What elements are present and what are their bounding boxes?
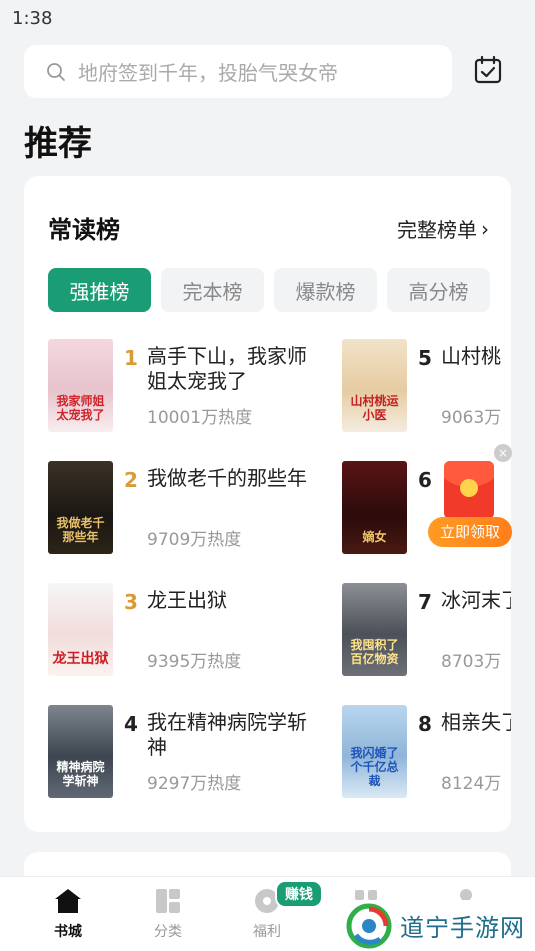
cover-title: 我囤积了百亿物资 — [350, 638, 399, 666]
search-bar[interactable]: 地府签到千年，投胎气哭女帝 — [24, 45, 452, 98]
book-cover: 嫡女 — [342, 461, 407, 554]
book-heat: 9297万热度 — [147, 774, 242, 794]
book-heat: 9709万热度 — [147, 530, 242, 550]
book-item[interactable]: 精神病院学斩神 4 我在精神病院学斩神 9297万热度 — [48, 705, 338, 800]
book-item[interactable]: 我囤积了百亿物资 7 冰河末了百亿 8703万 — [342, 583, 511, 678]
book-heat: 9063万 — [441, 408, 502, 428]
cover-title: 我家师姐太宠我了 — [56, 394, 105, 422]
status-bar: 1:38 — [0, 0, 535, 36]
book-item[interactable]: 我做老千那些年 2 我做老千的那些年 9709万热度 — [48, 461, 338, 556]
ranking-tabs: 强推榜 完本榜 爆款榜 高分榜 — [48, 268, 490, 312]
cover-title: 我闪婚了个千亿总裁 — [350, 746, 399, 788]
book-title: 龙王出狱 — [147, 588, 227, 612]
book-item[interactable]: 我家师姐太宠我了 1 高手下山，我家师姐太宠我了 10001万热度 — [48, 339, 338, 434]
nav-label: 分类 — [154, 924, 182, 940]
cover-title: 精神病院学斩神 — [56, 760, 105, 788]
rank-number: 7 — [418, 590, 432, 614]
watermark: 道宁手游网 — [336, 900, 535, 951]
full-list-label: 完整榜单 — [397, 218, 477, 242]
cover-title: 嫡女 — [362, 530, 387, 544]
rank-number: 1 — [124, 346, 138, 370]
book-cover: 山村桃运小医 — [342, 339, 407, 432]
book-title: 相亲失了个千 — [441, 710, 511, 734]
full-list-link[interactable]: 完整榜单 › — [397, 214, 489, 243]
book-cover: 龙王出狱 — [48, 583, 113, 676]
book-cover: 我囤积了百亿物资 — [342, 583, 407, 676]
red-envelope-icon — [444, 461, 494, 519]
nav-label: 书城 — [54, 924, 82, 940]
book-item[interactable]: 我闪婚了个千亿总裁 8 相亲失了个千 8124万 — [342, 705, 511, 800]
book-heat: 10001万热度 — [147, 408, 253, 428]
book-item[interactable]: 龙王出狱 3 龙王出狱 9395万热度 — [48, 583, 338, 678]
close-icon[interactable]: × — [494, 444, 512, 462]
status-time: 1:38 — [12, 8, 53, 29]
book-title: 冰河末了百亿 — [441, 588, 511, 612]
book-heat: 8703万 — [441, 652, 502, 672]
watermark-text: 道宁手游网 — [400, 914, 525, 942]
nav-bookstore[interactable]: 书城 — [38, 887, 98, 941]
book-cover: 精神病院学斩神 — [48, 705, 113, 798]
category-icon — [156, 889, 180, 913]
chevron-right-icon: › — [481, 216, 489, 241]
tab-qiangtui[interactable]: 强推榜 — [48, 268, 151, 312]
book-cover: 我做老千那些年 — [48, 461, 113, 554]
ranking-title: 常读榜 — [48, 216, 120, 244]
page-title: 推荐 — [24, 124, 92, 164]
book-title: 我做老千的那些年 — [147, 466, 307, 490]
tab-gaofen[interactable]: 高分榜 — [387, 268, 490, 312]
rank-number: 3 — [124, 590, 138, 614]
rank-number: 8 — [418, 712, 432, 736]
book-heat: 8124万 — [441, 774, 502, 794]
book-title: 山村桃 — [441, 344, 501, 368]
book-item[interactable]: 山村桃运小医 5 山村桃 9063万 — [342, 339, 511, 434]
book-title: 高手下山，我家师姐太宠我了 — [147, 344, 307, 393]
tab-baokuan[interactable]: 爆款榜 — [274, 268, 377, 312]
rank-number: 2 — [124, 468, 138, 492]
search-input[interactable]: 地府签到千年，投胎气哭女帝 — [78, 57, 338, 86]
rank-number: 4 — [124, 712, 138, 736]
search-icon — [47, 62, 65, 81]
cover-title: 山村桃运小医 — [350, 394, 399, 422]
checkin-calendar-button[interactable] — [470, 52, 506, 88]
book-cover: 我家师姐太宠我了 — [48, 339, 113, 432]
watermark-logo-icon — [346, 903, 392, 948]
cover-title: 我做老千那些年 — [56, 516, 105, 544]
book-heat: 9395万热度 — [147, 652, 242, 672]
nav-category[interactable]: 分类 — [138, 887, 198, 941]
book-cover: 我闪婚了个千亿总裁 — [342, 705, 407, 798]
earn-badge: 赚钱 — [275, 880, 323, 908]
cover-title: 龙王出狱 — [52, 651, 109, 667]
claim-button[interactable]: 立即领取 — [428, 517, 512, 547]
calendar-check-icon — [474, 55, 502, 84]
book-title: 我在精神病院学斩神 — [147, 710, 307, 759]
rank-number: 5 — [418, 346, 432, 370]
house-icon — [55, 889, 81, 913]
tab-wanben[interactable]: 完本榜 — [161, 268, 264, 312]
red-packet-widget[interactable]: × 立即领取 — [428, 443, 514, 549]
nav-label: 福利 — [253, 924, 281, 940]
